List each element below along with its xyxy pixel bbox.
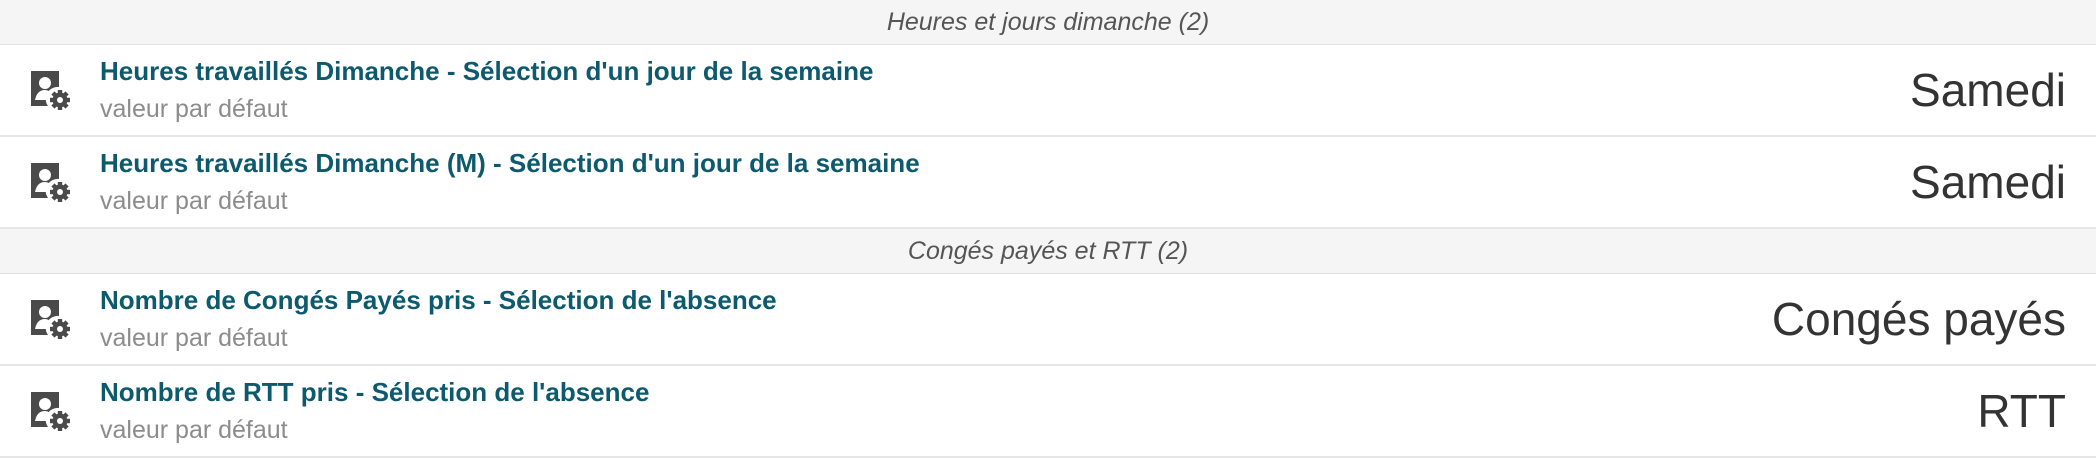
group-header-conges-rtt: Congés payés et RTT (2) bbox=[0, 229, 2096, 274]
list-item-title: Nombre de RTT pris - Sélection de l'abse… bbox=[100, 377, 650, 407]
list-item-value: Samedi bbox=[1910, 156, 2066, 208]
list-item-text: Nombre de Congés Payés pris - Sélection … bbox=[100, 283, 1772, 355]
list-item-title: Heures travaillés Dimanche (M) - Sélecti… bbox=[100, 148, 920, 178]
group-header-heures-dimanche: Heures et jours dimanche (2) bbox=[0, 0, 2096, 45]
list-item[interactable]: Heures travaillés Dimanche - Sélection d… bbox=[0, 45, 2096, 137]
list-item-value: RTT bbox=[1977, 385, 2066, 437]
list-item-value: Samedi bbox=[1910, 64, 2066, 116]
list-item-text: Heures travaillés Dimanche - Sélection d… bbox=[100, 54, 1910, 126]
list-item-subtitle: valeur par défaut bbox=[100, 95, 288, 123]
group-header-label: Congés payés et RTT (2) bbox=[907, 236, 1189, 265]
list-item-subtitle: valeur par défaut bbox=[100, 416, 288, 444]
user-settings-icon bbox=[28, 389, 72, 433]
list-item-value: Congés payés bbox=[1771, 293, 2066, 345]
user-settings-icon bbox=[28, 68, 72, 112]
list-item[interactable]: Heures travaillés Dimanche (M) - Sélecti… bbox=[0, 137, 2096, 229]
list-item-text: Heures travaillés Dimanche (M) - Sélecti… bbox=[100, 146, 1910, 218]
group-header-label: Heures et jours dimanche (2) bbox=[886, 7, 1210, 36]
list-item[interactable]: Nombre de Congés Payés pris - Sélection … bbox=[0, 274, 2096, 366]
user-settings-icon bbox=[28, 160, 72, 204]
list-item-title: Nombre de Congés Payés pris - Sélection … bbox=[100, 285, 777, 315]
list-item-subtitle: valeur par défaut bbox=[100, 187, 288, 215]
list-item-title: Heures travaillés Dimanche - Sélection d… bbox=[100, 56, 874, 86]
list-item[interactable]: Nombre de RTT pris - Sélection de l'abse… bbox=[0, 366, 2096, 458]
settings-list: Heures et jours dimanche (2) Heures trav… bbox=[0, 0, 2096, 458]
list-item-text: Nombre de RTT pris - Sélection de l'abse… bbox=[100, 375, 1977, 447]
user-settings-icon bbox=[28, 297, 72, 341]
list-item-subtitle: valeur par défaut bbox=[100, 324, 288, 352]
